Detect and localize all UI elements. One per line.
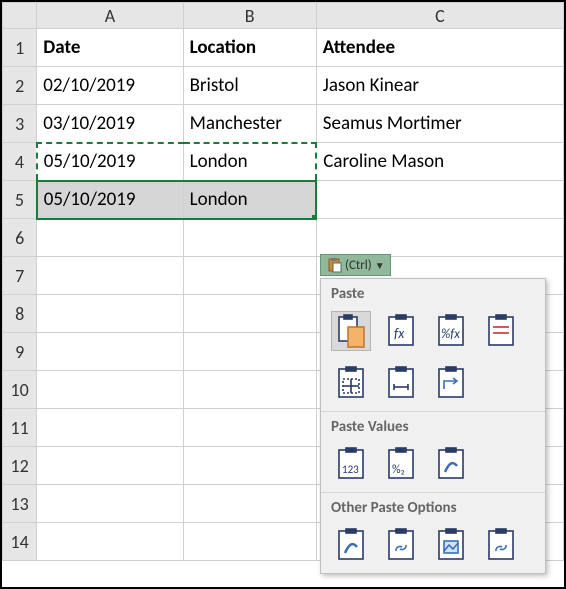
cell-b11[interactable]	[183, 409, 316, 447]
cell-a7[interactable]	[37, 257, 183, 295]
cell-b3[interactable]: Manchester	[183, 105, 316, 143]
svg-text:%fx: %fx	[441, 327, 460, 342]
cell-c1[interactable]: Attendee	[316, 29, 563, 67]
other-paste-section-label: Other Paste Options	[321, 493, 545, 521]
clipboard-icon	[326, 257, 342, 273]
cell-b4[interactable]: London	[183, 143, 316, 181]
paste-section-label: Paste	[321, 279, 545, 307]
paste-values-number-format-icon[interactable]: %₂	[381, 444, 421, 484]
paste-values-section-label: Paste Values	[321, 412, 545, 440]
cell-a11[interactable]	[37, 409, 183, 447]
paste-keep-source-format-icon[interactable]	[481, 311, 521, 351]
paste-no-borders-icon[interactable]	[331, 363, 371, 403]
cell-a13[interactable]	[37, 485, 183, 523]
row-header-6[interactable]: 6	[3, 219, 37, 257]
cell-b14[interactable]	[183, 523, 316, 561]
row-header-8[interactable]: 8	[3, 295, 37, 333]
row-header-5[interactable]: 5	[3, 181, 37, 219]
svg-text:%₂: %₂	[392, 463, 405, 477]
paste-options-menu: Paste fx %fx Paste Values 123 %₂ Other P…	[320, 278, 546, 574]
row-header-10[interactable]: 10	[3, 371, 37, 409]
cell-b7[interactable]	[183, 257, 316, 295]
cell-a8[interactable]	[37, 295, 183, 333]
cell-b13[interactable]	[183, 485, 316, 523]
paste-all-icon[interactable]	[331, 311, 371, 351]
cell-a10[interactable]	[37, 371, 183, 409]
row-header-1[interactable]: 1	[3, 29, 37, 67]
cell-b10[interactable]	[183, 371, 316, 409]
cell-b6[interactable]	[183, 219, 316, 257]
cell-b2[interactable]: Bristol	[183, 67, 316, 105]
cell-a4[interactable]: 05/10/2019	[37, 143, 183, 181]
cell-b1[interactable]: Location	[183, 29, 316, 67]
select-all-corner[interactable]	[3, 3, 37, 29]
row-header-13[interactable]: 13	[3, 485, 37, 523]
paste-options-label: (Ctrl)	[345, 258, 372, 273]
paste-options-button[interactable]: (Ctrl) ▼	[320, 254, 391, 276]
cell-a9[interactable]	[37, 333, 183, 371]
cell-a2[interactable]: 02/10/2019	[37, 67, 183, 105]
svg-text:123: 123	[342, 463, 359, 476]
row-header-2[interactable]: 2	[3, 67, 37, 105]
chevron-down-icon: ▼	[375, 259, 385, 272]
cell-a12[interactable]	[37, 447, 183, 485]
paste-formulas-icon[interactable]: fx	[381, 311, 421, 351]
paste-keep-column-width-icon[interactable]	[381, 363, 421, 403]
paste-values-source-format-icon[interactable]	[431, 444, 471, 484]
cell-c3[interactable]: Seamus Mortimer	[316, 105, 563, 143]
col-header-c[interactable]: C	[316, 3, 563, 29]
cell-c6[interactable]	[316, 219, 563, 257]
paste-values-icon[interactable]: 123	[331, 444, 371, 484]
svg-text:fx: fx	[394, 325, 405, 342]
cell-a3[interactable]: 03/10/2019	[37, 105, 183, 143]
row-header-3[interactable]: 3	[3, 105, 37, 143]
row-header-12[interactable]: 12	[3, 447, 37, 485]
row-header-4[interactable]: 4	[3, 143, 37, 181]
row-header-14[interactable]: 14	[3, 523, 37, 561]
cell-a14[interactable]	[37, 523, 183, 561]
cell-b8[interactable]	[183, 295, 316, 333]
cell-c2[interactable]: Jason Kinear	[316, 67, 563, 105]
paste-picture-icon[interactable]	[431, 525, 471, 565]
paste-linked-picture-icon[interactable]	[481, 525, 521, 565]
col-header-a[interactable]: A	[37, 3, 183, 29]
cell-a6[interactable]	[37, 219, 183, 257]
paste-formulas-number-format-icon[interactable]: %fx	[431, 311, 471, 351]
cell-a5[interactable]: 05/10/2019	[37, 181, 183, 219]
paste-formatting-icon[interactable]	[331, 525, 371, 565]
cell-b9[interactable]	[183, 333, 316, 371]
row-header-7[interactable]: 7	[3, 257, 37, 295]
cell-b12[interactable]	[183, 447, 316, 485]
row-header-11[interactable]: 11	[3, 409, 37, 447]
row-header-9[interactable]: 9	[3, 333, 37, 371]
cell-a1[interactable]: Date	[37, 29, 183, 67]
cell-c5[interactable]	[316, 181, 563, 219]
cell-b5[interactable]: London	[183, 181, 316, 219]
col-header-b[interactable]: B	[183, 3, 316, 29]
cell-c4[interactable]: Caroline Mason	[316, 143, 563, 181]
paste-link-icon[interactable]	[381, 525, 421, 565]
paste-transpose-icon[interactable]	[431, 363, 471, 403]
